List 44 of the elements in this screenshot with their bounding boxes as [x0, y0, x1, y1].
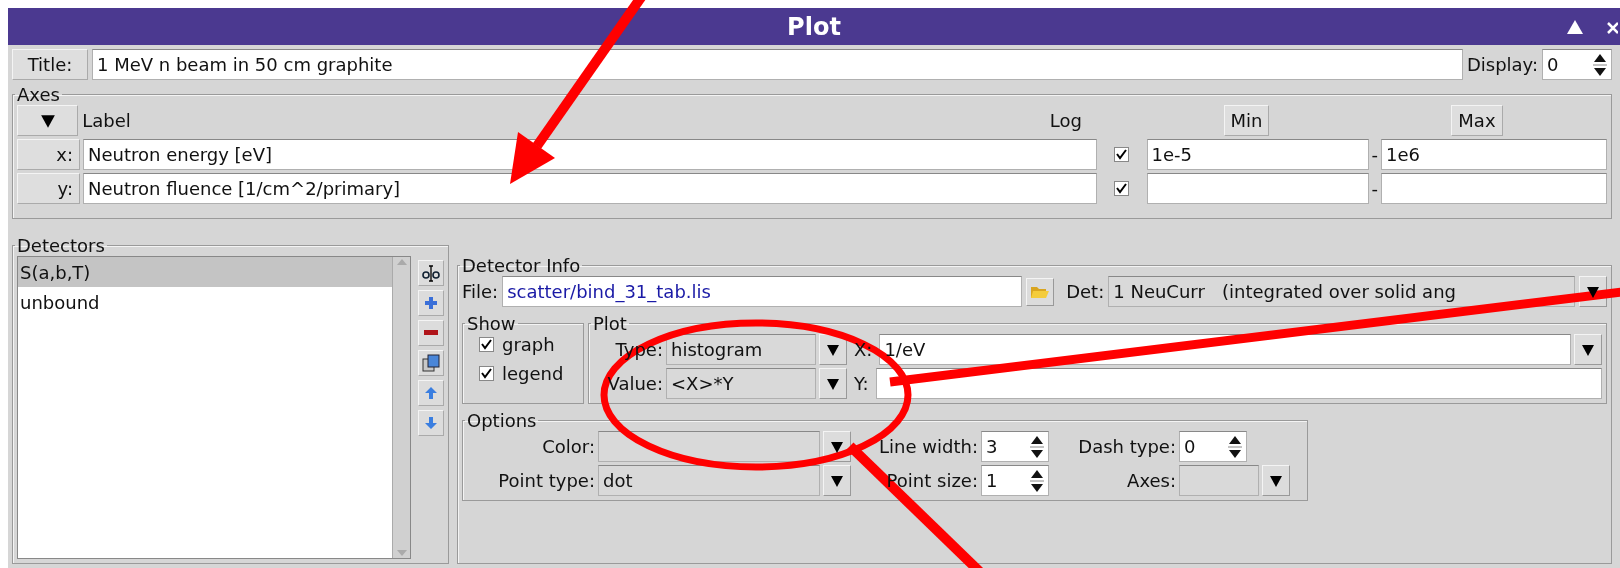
- field-label: Point type:: [497, 470, 595, 491]
- title-button[interactable]: Title:: [12, 49, 88, 80]
- list-item[interactable]: S(a,b,T): [18, 257, 392, 287]
- file-field[interactable]: scatter/bind_31_tab.lis: [502, 276, 1023, 307]
- spin-field[interactable]: 0: [1179, 431, 1247, 462]
- group-label: Detectors: [16, 235, 106, 256]
- field-label: Y:: [854, 373, 869, 394]
- input-field[interactable]: Neutron energy [eV]: [83, 139, 1097, 170]
- max-button[interactable]: Max: [1451, 105, 1503, 136]
- dropdown[interactable]: dot: [598, 465, 820, 496]
- group-label: Detector Info: [461, 255, 582, 276]
- spin-field[interactable]: 0: [1542, 49, 1612, 80]
- list-item[interactable]: unbound: [18, 287, 392, 317]
- min-button[interactable]: Min: [1223, 105, 1270, 136]
- field-label: Value:: [606, 373, 663, 394]
- field-label: File:: [462, 281, 499, 302]
- group-label: Options: [466, 410, 538, 431]
- spin-field[interactable]: 3: [981, 431, 1049, 462]
- checkbox-label: legend: [502, 363, 564, 384]
- input-field[interactable]: 1e-5: [1146, 139, 1369, 170]
- field-label: Dash type:: [1077, 436, 1176, 457]
- spin-field[interactable]: 1: [981, 465, 1049, 496]
- dropdown[interactable]: 1 NeuCurr (integrated over solid ang: [1108, 276, 1575, 307]
- field-label: Line width:: [878, 436, 978, 457]
- input-field[interactable]: 1e6: [1381, 139, 1607, 170]
- field-label: Display:: [1466, 54, 1538, 75]
- group-label: Show: [466, 313, 517, 334]
- group-label: Axes: [16, 84, 61, 105]
- axis-button[interactable]: x:: [17, 139, 80, 170]
- field-label: Det:: [1066, 281, 1105, 302]
- axis-button[interactable]: y:: [17, 173, 80, 204]
- dropdown[interactable]: histogram: [666, 334, 816, 365]
- input-field[interactable]: 1 MeV n beam in 50 cm graphite: [92, 49, 1463, 80]
- input-field[interactable]: Neutron fluence [1/cm^2/primary]: [83, 173, 1097, 204]
- dropdown[interactable]: <X>*Y: [666, 368, 816, 399]
- range-separator: -: [1371, 178, 1378, 199]
- field-label: Axes:: [1126, 470, 1176, 491]
- checkbox-label: graph: [502, 334, 555, 355]
- group-label: Plot: [592, 313, 628, 334]
- field-label: Color:: [541, 436, 595, 457]
- window-title: Plot: [787, 12, 841, 41]
- column-header: Label: [82, 110, 132, 131]
- range-separator: -: [1371, 144, 1378, 165]
- column-header: Log: [1049, 110, 1083, 131]
